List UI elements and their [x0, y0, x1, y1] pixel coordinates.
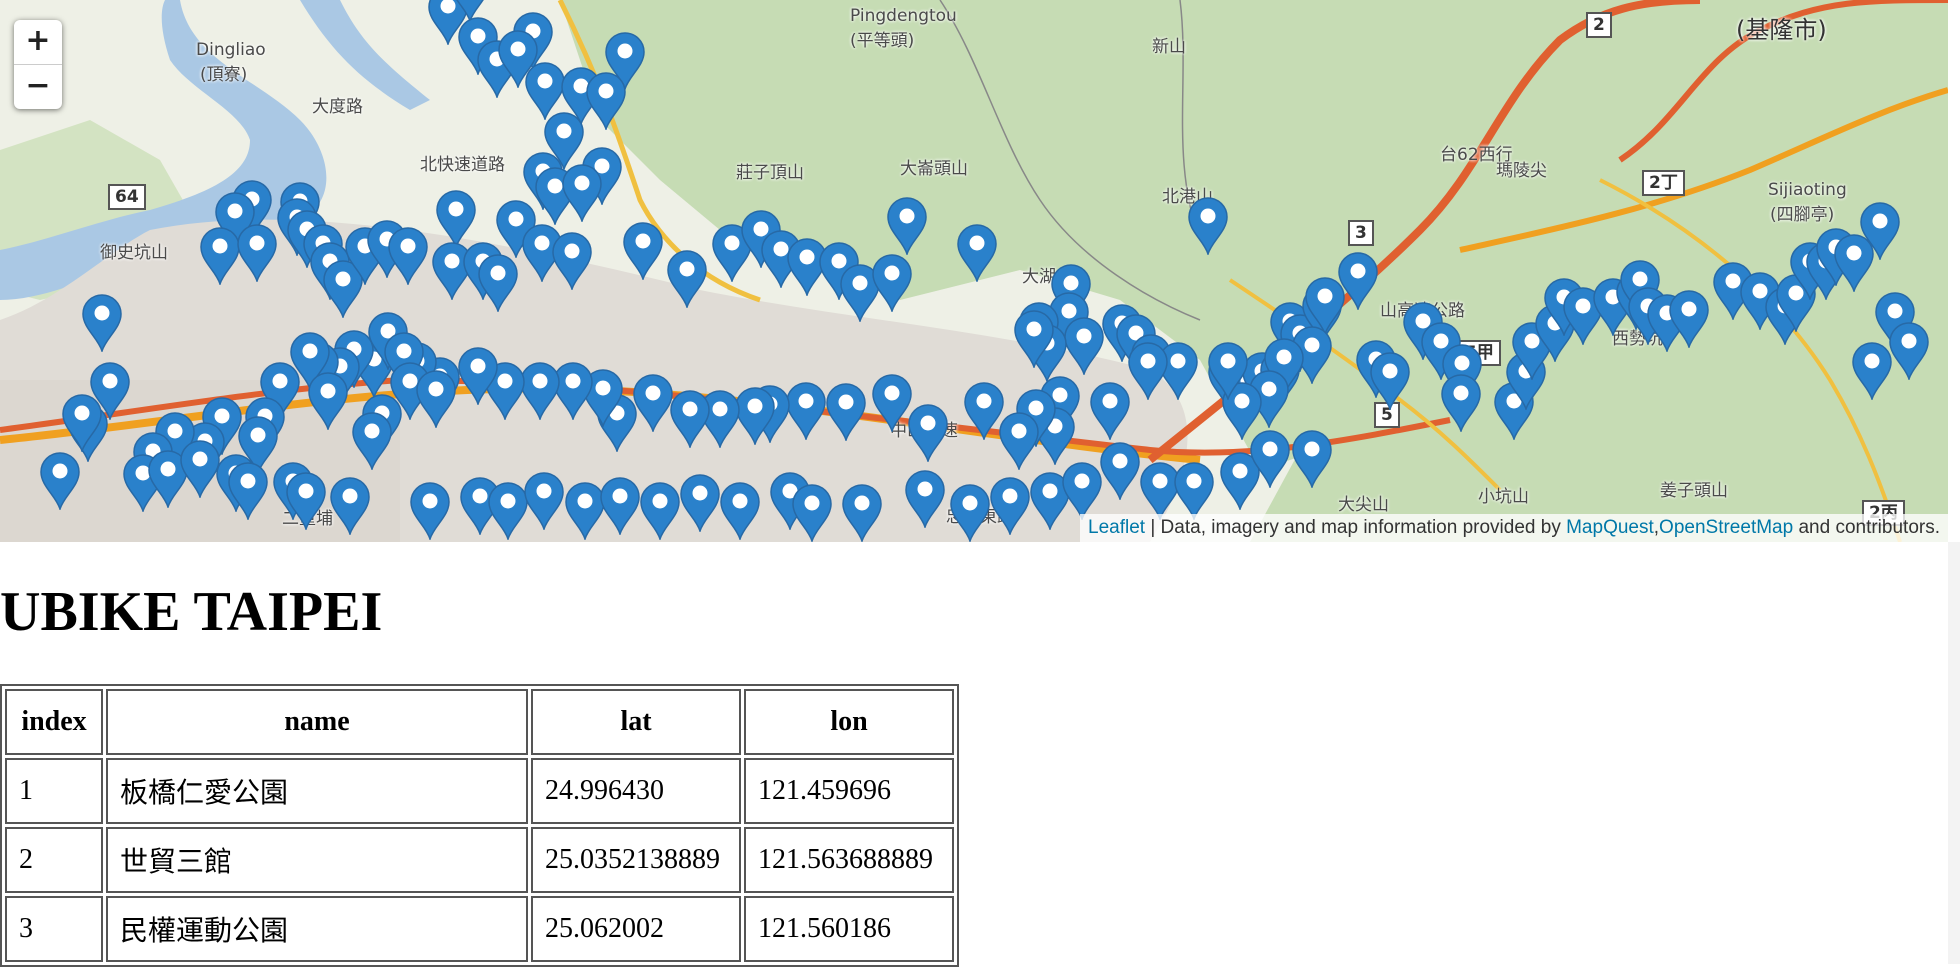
- map-marker-icon[interactable]: [522, 470, 566, 530]
- openstreetmap-link[interactable]: OpenStreetMap: [1659, 517, 1793, 538]
- map-marker-icon[interactable]: [414, 368, 458, 428]
- map-marker-icon[interactable]: [598, 475, 642, 535]
- attribution-tail: and contributors.: [1793, 517, 1940, 538]
- cell-lat: 25.0352138889: [531, 827, 741, 893]
- map-attribution: Leaflet | Data, imagery and map informat…: [1080, 514, 1948, 542]
- map-marker-icon[interactable]: [456, 345, 500, 405]
- map-marker-icon[interactable]: [584, 70, 628, 130]
- map-marker-icon[interactable]: [1172, 460, 1216, 520]
- map-marker-icon[interactable]: [621, 220, 665, 280]
- cell-lon: 121.459696: [744, 758, 954, 824]
- map-marker-icon[interactable]: [824, 381, 868, 441]
- cell-name: 世貿三館: [106, 827, 528, 893]
- map-marker-icon[interactable]: [903, 468, 947, 528]
- column-header-lon: lon: [744, 689, 954, 755]
- map-marker-icon[interactable]: [434, 188, 478, 248]
- table-row: 2 世貿三館 25.0352138889 121.563688889: [5, 827, 954, 893]
- map-marker-icon[interactable]: [1206, 340, 1250, 400]
- map-marker-icon[interactable]: [226, 460, 270, 520]
- table-row: 1 板橋仁愛公園 24.996430 121.459696: [5, 758, 954, 824]
- map-marker-icon[interactable]: [638, 480, 682, 540]
- map-marker-icon[interactable]: [1012, 308, 1056, 368]
- map-marker-icon[interactable]: [678, 472, 722, 532]
- map-marker-icon[interactable]: [560, 162, 604, 222]
- map-marker-icon[interactable]: [476, 252, 520, 312]
- map-marker-icon[interactable]: [790, 482, 834, 542]
- map-marker-icon[interactable]: [962, 380, 1006, 440]
- cell-lon: 121.563688889: [744, 827, 954, 893]
- map-marker-icon[interactable]: [1126, 340, 1170, 400]
- map-marker-icon[interactable]: [80, 292, 124, 352]
- map-marker-icon[interactable]: [1439, 372, 1483, 432]
- cell-lon: 121.560186: [744, 896, 954, 962]
- map-marker-icon[interactable]: [1850, 340, 1894, 400]
- map-marker-icon[interactable]: [306, 370, 350, 430]
- table-header-row: index name lat lon: [5, 689, 954, 755]
- map-marker-icon[interactable]: [870, 372, 914, 432]
- map-marker-icon[interactable]: [235, 222, 279, 282]
- map-marker-icon[interactable]: [284, 470, 328, 530]
- leaflet-link[interactable]: Leaflet: [1088, 517, 1145, 538]
- map-marker-icon[interactable]: [328, 475, 372, 535]
- map-marker-icon[interactable]: [60, 392, 104, 452]
- map-marker-icon[interactable]: [386, 225, 430, 285]
- map-marker-icon[interactable]: [955, 222, 999, 282]
- cell-index: 3: [5, 896, 103, 962]
- map-marker-icon[interactable]: [350, 410, 394, 470]
- map-marker-icon[interactable]: [948, 482, 992, 542]
- table-row: 3 民權運動公園 25.062002 121.560186: [5, 896, 954, 962]
- zoom-in-button[interactable]: +: [14, 20, 62, 65]
- column-header-index: index: [5, 689, 103, 755]
- map-marker-icon[interactable]: [1248, 428, 1292, 488]
- column-header-lat: lat: [531, 689, 741, 755]
- map-marker-icon[interactable]: [665, 248, 709, 308]
- cell-name: 民權運動公園: [106, 896, 528, 962]
- zoom-out-button[interactable]: −: [14, 65, 62, 109]
- stations-table: index name lat lon 1 板橋仁愛公園 24.996430 12…: [0, 684, 959, 967]
- map-marker-icon[interactable]: [1186, 195, 1230, 255]
- zoom-control: + −: [14, 20, 62, 109]
- mapquest-link[interactable]: MapQuest: [1566, 517, 1654, 538]
- map-marker-icon[interactable]: [1098, 440, 1142, 500]
- cell-lat: 25.062002: [531, 896, 741, 962]
- map-marker-icon[interactable]: [1667, 288, 1711, 348]
- map-marker-icon[interactable]: [550, 230, 594, 290]
- cell-index: 2: [5, 827, 103, 893]
- cell-name: 板橋仁愛公園: [106, 758, 528, 824]
- map-marker-icon[interactable]: [988, 475, 1032, 535]
- cell-index: 1: [5, 758, 103, 824]
- page-edge: [1948, 542, 1960, 964]
- marker-layer: [0, 0, 1948, 542]
- column-header-name: name: [106, 689, 528, 755]
- map-marker-icon[interactable]: [840, 482, 884, 542]
- map-marker-icon[interactable]: [885, 195, 929, 255]
- map-marker-icon[interactable]: [1088, 380, 1132, 440]
- map-marker-icon[interactable]: [870, 252, 914, 312]
- map-marker-icon[interactable]: [408, 480, 452, 540]
- cell-lat: 24.996430: [531, 758, 741, 824]
- map-marker-icon[interactable]: [1290, 428, 1334, 488]
- attribution-text: | Data, imagery and map information prov…: [1145, 517, 1567, 538]
- map-marker-icon[interactable]: [38, 450, 82, 510]
- map-marker-icon[interactable]: [1858, 200, 1902, 260]
- map-marker-icon[interactable]: [718, 480, 762, 540]
- map-view[interactable]: Dingliao (頂寮) 大度路 Pingdengtou (平等頭) 新山 (…: [0, 0, 1948, 542]
- page-title: UBIKE TAIPEI: [0, 581, 383, 643]
